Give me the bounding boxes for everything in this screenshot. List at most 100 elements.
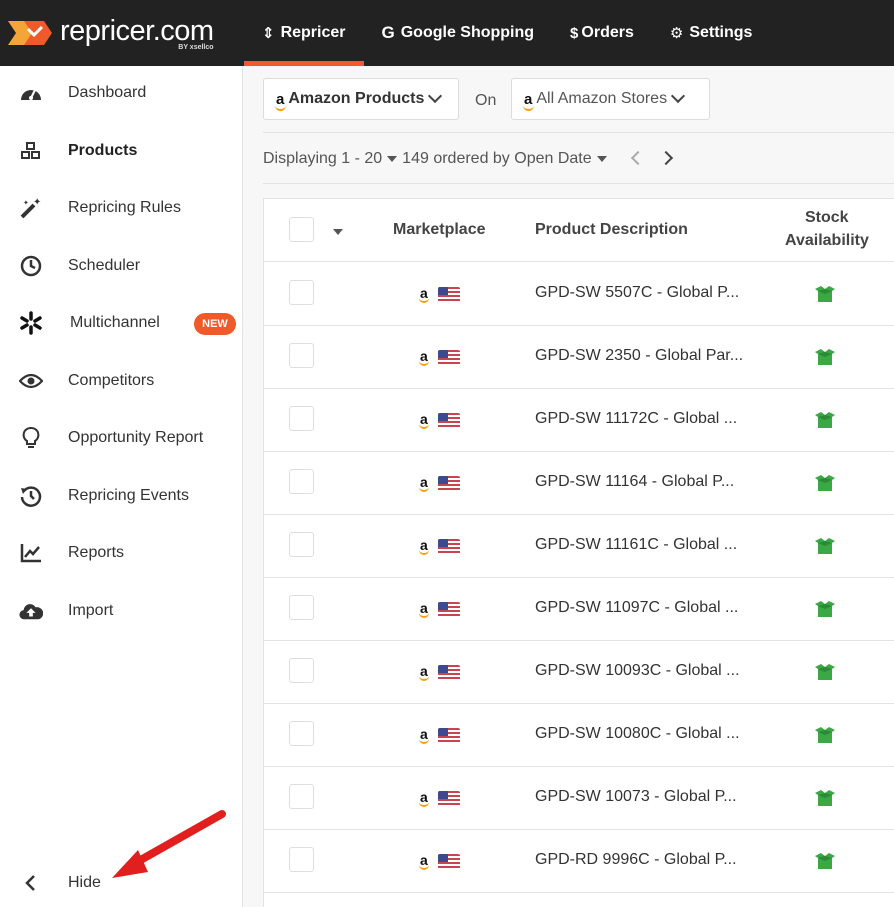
product-description[interactable]: GPD-SW 11164 - Global P... [535,473,734,491]
caret-down-icon [596,156,607,162]
row-checkbox[interactable] [289,280,314,305]
bulk-actions-caret-icon[interactable] [333,229,343,235]
product-description[interactable]: GPD-SW 11172C - Global ... [535,410,737,428]
amazon-marketplace-icon: a [419,789,429,807]
column-header-marketplace[interactable]: Marketplace [393,221,486,239]
row-checkbox[interactable] [289,343,314,368]
row-checkbox[interactable] [289,406,314,431]
column-header-stock[interactable]: Stock [805,209,849,227]
sidebar-item-multichannel[interactable]: Multichannel NEW [0,303,242,343]
select-all-checkbox[interactable] [289,217,314,242]
nav-tab-label: Google Shopping [400,24,535,41]
row-checkbox[interactable] [289,595,314,620]
caret-down-icon [387,156,398,162]
logo-byline: BY xsellco [178,43,214,51]
table-row[interactable]: a GPD-SW 11164 - Global P... [264,452,894,515]
sidebar-item-dashboard[interactable]: Dashboard [0,73,242,113]
row-checkbox[interactable] [289,847,314,872]
in-stock-box-icon [813,726,837,749]
sidebar-item-label: Multichannel [70,314,160,331]
sidebar-item-products[interactable]: Products [0,131,242,171]
row-checkbox[interactable] [289,469,314,494]
sidebar-item-repricing-events[interactable]: Repricing Events [0,476,242,516]
table-row[interactable]: a GPD-SW 10073 - Global P... [264,767,894,830]
product-description[interactable]: GPD-SW 2350 - Global Par... [535,347,743,365]
products-filter-label: Amazon Products [288,90,425,107]
nav-tab-settings[interactable]: ⚙ Settings [652,0,771,66]
table-row[interactable]: a GPD-SW 11097C - Global ... [264,578,894,641]
top-navigation-bar: repricer.com BY xsellco ⇕ Repricer G Goo… [0,0,894,66]
in-stock-box-icon [813,852,837,875]
product-description[interactable]: GPD-SW 11161C - Global ... [535,536,737,554]
dashboard-gauge-icon [19,81,43,105]
table-row[interactable]: a GPD-SW 10080C - Global ... [264,704,894,767]
asterisk-icon [19,311,43,335]
sidebar-item-competitors[interactable]: Competitors [0,361,242,401]
sidebar-item-repricing-rules[interactable]: ✦ ✦ Repricing Rules [0,188,242,228]
row-checkbox[interactable] [289,532,314,557]
nav-tab-google-shopping[interactable]: G Google Shopping [364,0,553,66]
prev-page-button[interactable] [630,150,646,166]
column-header-availability[interactable]: Availability [785,232,869,250]
row-checkbox[interactable] [289,658,314,683]
product-description[interactable]: GPD-SW 10073 - Global P... [535,788,737,806]
nav-tab-label: Settings [689,24,753,41]
in-stock-box-icon [813,537,837,560]
sort-order-dropdown[interactable]: 149 ordered by Open Date [402,150,591,168]
hide-label: Hide [68,874,101,891]
stores-filter-dropdown[interactable]: a All Amazon Stores [511,78,710,120]
sidebar-item-label: Repricing Rules [68,199,181,216]
nav-tab-orders[interactable]: $ Orders [552,0,652,66]
sidebar-item-reports[interactable]: Reports [0,533,242,573]
product-description[interactable]: GPD-SW 10093C - Global ... [535,662,740,680]
amazon-marketplace-icon: a [419,285,429,303]
stores-filter-label: All Amazon Stores [536,90,668,107]
in-stock-box-icon [813,663,837,686]
sidebar-item-scheduler[interactable]: Scheduler [0,246,242,286]
nav-tab-repricer[interactable]: ⇕ Repricer [244,0,364,66]
sidebar-item-label: Import [68,602,114,619]
product-description[interactable]: GPD-RD 9996C - Global P... [535,851,737,869]
table-row[interactable]: a GPD-SW 11161C - Global ... [264,515,894,578]
row-checkbox[interactable] [289,784,314,809]
amazon-marketplace-icon: a [419,411,429,429]
table-row[interactable]: a GPD-SW 2350 - Global Par... [264,326,894,389]
table-row[interactable]: a GPD-SW 10093C - Global ... [264,641,894,704]
table-row[interactable]: a GPD-SW 11172C - Global ... [264,389,894,452]
amazon-icon: a [274,90,287,111]
us-flag-icon [438,287,460,302]
us-flag-icon [438,413,460,428]
product-description[interactable]: GPD-SW 5507C - Global P... [535,284,739,302]
us-flag-icon [438,539,460,554]
sidebar-item-opportunity-report[interactable]: Opportunity Report [0,418,242,458]
us-flag-icon [438,665,460,680]
next-page-button[interactable] [658,150,674,166]
magic-wand-icon: ✦ ✦ [19,196,43,220]
product-description[interactable]: GPD-SW 11097C - Global ... [535,599,738,617]
table-row[interactable]: a GPD-SW 5507C - Global P... [264,263,894,326]
sidebar-item-import[interactable]: Import [0,591,242,631]
amazon-marketplace-icon: a [419,348,429,366]
row-checkbox[interactable] [289,721,314,746]
logo-wordmark: repricer.com [60,14,214,47]
column-header-description[interactable]: Product Description [535,221,688,239]
clock-icon [19,254,43,278]
product-description[interactable]: GPD-SW 10080C - Global ... [535,725,740,743]
products-filter-dropdown[interactable]: a Amazon Products [263,78,459,120]
eye-icon [19,369,43,393]
annotation-arrow [112,810,226,878]
history-icon [19,484,43,508]
table-row[interactable]: a GPD-RD 9996C - Global P... [264,830,894,893]
products-table: Marketplace Product Description Stock Av… [263,198,894,907]
nav-tab-label: Orders [581,24,634,41]
amazon-marketplace-icon: a [419,663,429,681]
table-header: Marketplace Product Description Stock Av… [264,199,894,262]
amazon-marketplace-icon: a [419,474,429,492]
us-flag-icon [438,350,460,365]
sidebar-item-label: Scheduler [68,257,141,274]
page-range-dropdown[interactable]: Displaying 1 - 20 [263,150,382,168]
chevron-down-icon [428,88,443,104]
sidebar-item-label: Competitors [68,372,155,389]
repricer-logo[interactable]: repricer.com BY xsellco [0,0,244,66]
main-content: a Amazon Products On a All Amazon Stores… [243,66,894,907]
